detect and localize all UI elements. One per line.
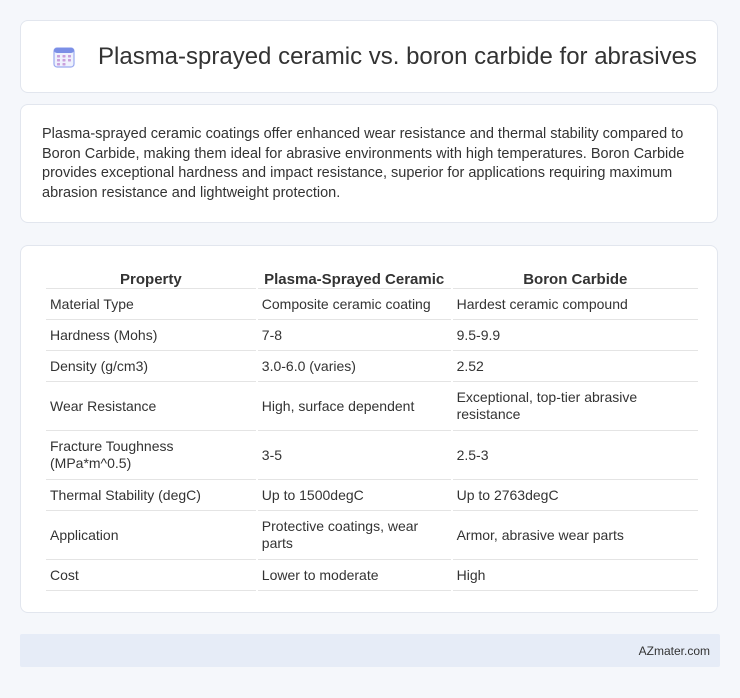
table-row: Cost Lower to moderate High: [46, 560, 698, 591]
comparison-table: Property Plasma-Sprayed Ceramic Boron Ca…: [44, 266, 700, 591]
plasma-ceramic-cell: Lower to moderate: [257, 560, 451, 591]
property-cell: Hardness (Mohs): [46, 320, 256, 351]
property-cell: Thermal Stability (degC): [46, 480, 256, 511]
summary-card: Plasma-sprayed ceramic coatings offer en…: [20, 104, 718, 223]
plasma-ceramic-cell: High, surface dependent: [257, 382, 451, 431]
column-header-plasma-sprayed-ceramic: Plasma-Sprayed Ceramic: [257, 266, 451, 289]
title-card: Plasma-sprayed ceramic vs. boron carbide…: [20, 20, 718, 93]
plasma-ceramic-cell: Composite ceramic coating: [257, 289, 451, 320]
calendar-icon: [52, 45, 76, 69]
plasma-ceramic-cell: 3.0-6.0 (varies): [257, 351, 451, 382]
boron-carbide-cell: Exceptional, top-tier abrasive resistanc…: [452, 382, 698, 431]
boron-carbide-cell: High: [452, 560, 698, 591]
table-row: Application Protective coatings, wear pa…: [46, 511, 698, 560]
table-row: Density (g/cm3) 3.0-6.0 (varies) 2.52: [46, 351, 698, 382]
property-cell: Cost: [46, 560, 256, 591]
boron-carbide-cell: Armor, abrasive wear parts: [452, 511, 698, 560]
table-header-row: Property Plasma-Sprayed Ceramic Boron Ca…: [46, 266, 698, 289]
property-cell: Fracture Toughness (MPa*m^0.5): [46, 431, 256, 480]
page-title: Plasma-sprayed ceramic vs. boron carbide…: [98, 42, 697, 70]
footer: AZmater.com: [20, 634, 720, 667]
column-header-boron-carbide: Boron Carbide: [452, 266, 698, 289]
property-cell: Density (g/cm3): [46, 351, 256, 382]
table-row: Hardness (Mohs) 7-8 9.5-9.9: [46, 320, 698, 351]
footer-site-name: AZmater.com: [638, 644, 710, 658]
table-row: Thermal Stability (degC) Up to 1500degC …: [46, 480, 698, 511]
table-row: Material Type Composite ceramic coating …: [46, 289, 698, 320]
summary-text: Plasma-sprayed ceramic coatings offer en…: [42, 126, 685, 201]
property-cell: Material Type: [46, 289, 256, 320]
boron-carbide-cell: Hardest ceramic compound: [452, 289, 698, 320]
plasma-ceramic-cell: 7-8: [257, 320, 451, 351]
property-cell: Application: [46, 511, 256, 560]
plasma-ceramic-cell: 3-5: [257, 431, 451, 480]
comparison-table-card: Property Plasma-Sprayed Ceramic Boron Ca…: [20, 245, 718, 613]
boron-carbide-cell: 2.52: [452, 351, 698, 382]
boron-carbide-cell: Up to 2763degC: [452, 480, 698, 511]
boron-carbide-cell: 9.5-9.9: [452, 320, 698, 351]
plasma-ceramic-cell: Up to 1500degC: [257, 480, 451, 511]
table-row: Fracture Toughness (MPa*m^0.5) 3-5 2.5-3: [46, 431, 698, 480]
boron-carbide-cell: 2.5-3: [452, 431, 698, 480]
column-header-property: Property: [46, 266, 256, 289]
table-row: Wear Resistance High, surface dependent …: [46, 382, 698, 431]
property-cell: Wear Resistance: [46, 382, 256, 431]
plasma-ceramic-cell: Protective coatings, wear parts: [257, 511, 451, 560]
